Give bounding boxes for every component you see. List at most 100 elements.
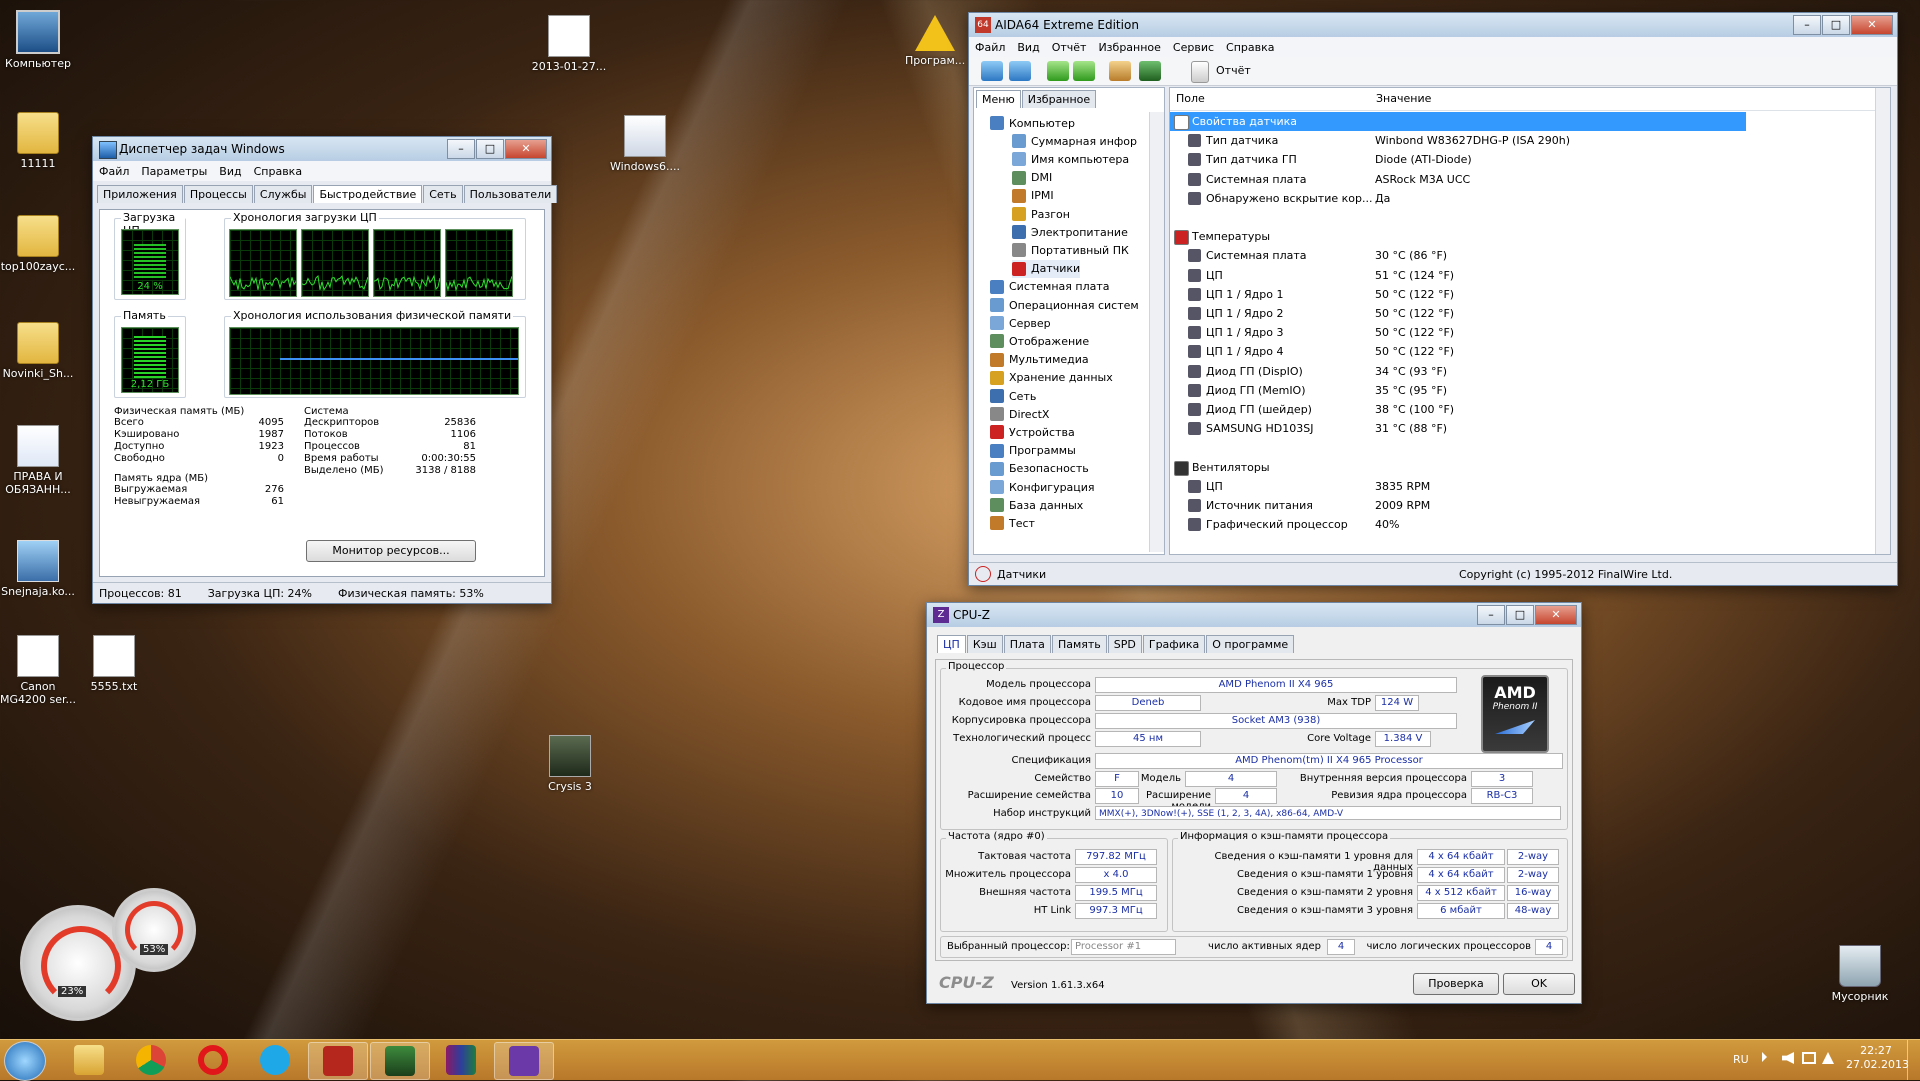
desktop-icon-11111[interactable]: 11111 — [0, 112, 78, 170]
tree-item[interactable]: Разгон — [1012, 205, 1070, 223]
desktop-icon-recycle-bin[interactable]: Мусорник — [1820, 945, 1900, 1003]
close-button[interactable]: ✕ — [1851, 15, 1893, 35]
minimize-button[interactable]: – — [1477, 605, 1505, 625]
report-icon[interactable] — [1191, 61, 1209, 83]
tree-item[interactable]: DMI — [1012, 169, 1052, 187]
maximize-button[interactable]: □ — [1506, 605, 1534, 625]
tree-item[interactable]: База данных — [990, 496, 1083, 514]
network-icon[interactable] — [1802, 1052, 1816, 1064]
tree-item[interactable]: Хранение данных — [990, 369, 1113, 387]
sensor-row[interactable]: Системная плата 30 °C (86 °F) — [1170, 246, 1876, 265]
menu-file[interactable]: Файл — [99, 165, 129, 178]
tab-applications[interactable]: Приложения — [97, 185, 183, 203]
tab-services[interactable]: Службы — [253, 185, 313, 203]
memory-meter-gadget[interactable]: 53% — [112, 888, 196, 972]
sensor-row[interactable]: ЦП 1 / Ядро 4 50 °C (122 °F) — [1170, 342, 1876, 361]
taskbar-taskmgr[interactable] — [370, 1042, 430, 1080]
maximize-button[interactable]: □ — [476, 139, 504, 159]
menu-help[interactable]: Справка — [1226, 41, 1274, 54]
sensor-row[interactable]: ЦП 1 / Ядро 3 50 °C (122 °F) — [1170, 323, 1876, 342]
language-indicator[interactable]: RU — [1733, 1053, 1749, 1066]
desktop-icon-canon[interactable]: Canon MG4200 ser... — [0, 635, 78, 706]
monitor-icon[interactable] — [1139, 61, 1161, 81]
menu-tools[interactable]: Сервис — [1173, 41, 1214, 54]
taskbar-explorer[interactable] — [60, 1042, 118, 1078]
forward-arrow-icon[interactable] — [1009, 61, 1031, 81]
taskbar-cpuz[interactable] — [494, 1042, 554, 1080]
start-button[interactable] — [4, 1041, 46, 1081]
tree-item[interactable]: Имя компьютера — [1012, 150, 1129, 168]
sensor-row[interactable]: Тип датчика ГП Diode (ATI-Diode) — [1170, 150, 1876, 169]
sensor-row[interactable]: Системная плата ASRock M3A UCC — [1170, 170, 1876, 189]
aida64-window[interactable]: 64 AIDA64 Extreme Edition – □ ✕ Файл Вид… — [968, 12, 1898, 586]
tree-item[interactable]: Мультимедиа — [990, 351, 1089, 369]
cpuz-window[interactable]: Z CPU-Z – □ ✕ ЦП Кэш Плата Память SPD Гр… — [926, 602, 1582, 1004]
taskbar-winrar[interactable] — [432, 1042, 490, 1078]
desktop-icon-programs[interactable]: Програм... — [905, 15, 965, 67]
tree-item[interactable]: Портативный ПК — [1012, 241, 1129, 259]
tree-scrollbar[interactable] — [1149, 112, 1164, 552]
sensor-section-header[interactable]: Свойства датчика — [1170, 112, 1746, 131]
ok-button[interactable]: OK — [1503, 973, 1575, 995]
list-scrollbar[interactable] — [1875, 88, 1890, 554]
tree-item[interactable]: Устройства — [990, 423, 1075, 441]
sensor-row[interactable]: Тип датчика Winbond W83627DHG-P (ISA 290h… — [1170, 131, 1876, 150]
tree-item[interactable]: Безопасность — [990, 460, 1089, 478]
tab-processes[interactable]: Процессы — [183, 185, 253, 203]
tab-graphics[interactable]: Графика — [1142, 635, 1206, 653]
users-icon[interactable] — [1109, 61, 1131, 81]
clock[interactable]: 22:27 27.02.2013 — [1846, 1044, 1909, 1072]
desktop-icon-computer[interactable]: Компьютер — [0, 10, 78, 70]
show-hidden-icons-icon[interactable] — [1762, 1052, 1772, 1062]
sensor-row[interactable]: Диод ГП (шейдер) 38 °C (100 °F) — [1170, 400, 1876, 419]
tree-item[interactable]: Сервер — [990, 314, 1051, 332]
tab-favorites[interactable]: Избранное — [1021, 90, 1097, 108]
menu-options[interactable]: Параметры — [141, 165, 207, 178]
menu-help[interactable]: Справка — [254, 165, 302, 178]
task-manager-titlebar[interactable]: Диспетчер задач Windows – □ ✕ — [93, 137, 551, 161]
action-center-icon[interactable] — [1822, 1052, 1834, 1064]
menu-favorites[interactable]: Избранное — [1098, 41, 1160, 54]
refresh-icon[interactable] — [1073, 61, 1095, 81]
sensor-row[interactable]: Источник питания 2009 RPM — [1170, 496, 1876, 515]
desktop-icon-screenshot[interactable]: 2013-01-27... — [529, 15, 609, 73]
tree-item[interactable]: Суммарная инфор — [1012, 132, 1137, 150]
sensor-row[interactable]: ЦП 3835 RPM — [1170, 477, 1876, 496]
menu-view[interactable]: Вид — [219, 165, 241, 178]
desktop-icon-novinki[interactable]: Novinki_Sh... — [0, 322, 78, 380]
sensor-row[interactable]: ЦП 1 / Ядро 2 50 °C (122 °F) — [1170, 304, 1876, 323]
sensor-section-header[interactable]: Вентиляторы — [1170, 458, 1876, 477]
tree-item[interactable]: IPMI — [1012, 187, 1054, 205]
column-field[interactable]: Поле — [1176, 92, 1205, 111]
desktop-icon-top100[interactable]: top100zayc... — [0, 215, 78, 273]
taskbar-opera[interactable] — [184, 1042, 242, 1078]
tree-item[interactable]: Тест — [990, 514, 1035, 532]
sensor-row[interactable]: Графический процессор 40% — [1170, 515, 1876, 534]
tab-memory[interactable]: Память — [1051, 635, 1107, 653]
up-arrow-icon[interactable] — [1047, 61, 1069, 81]
tree-item[interactable]: DirectX — [990, 405, 1049, 423]
tree-item[interactable]: Электропитание — [1012, 223, 1128, 241]
tree-item[interactable]: Операционная систем — [990, 296, 1139, 314]
task-manager-window[interactable]: Диспетчер задач Windows – □ ✕ Файл Парам… — [92, 136, 558, 604]
menu-file[interactable]: Файл — [975, 41, 1005, 54]
validate-button[interactable]: Проверка — [1413, 973, 1499, 995]
tab-users[interactable]: Пользователи — [463, 185, 558, 203]
tab-mainboard[interactable]: Плата — [1003, 635, 1051, 653]
menu-view[interactable]: Вид — [1017, 41, 1039, 54]
volume-icon[interactable] — [1782, 1052, 1794, 1064]
desktop-icon-5555[interactable]: 5555.txt — [74, 635, 154, 693]
close-button[interactable]: ✕ — [1535, 605, 1577, 625]
sensor-row[interactable]: Диод ГП (DispIO) 34 °C (93 °F) — [1170, 362, 1876, 381]
tab-network[interactable]: Сеть — [423, 185, 463, 203]
tree-item[interactable]: Программы — [990, 442, 1076, 460]
taskbar-aida64[interactable] — [308, 1042, 368, 1080]
tree-item[interactable]: Конфигурация — [990, 478, 1095, 496]
tab-caches[interactable]: Кэш — [966, 635, 1003, 653]
cpuz-titlebar[interactable]: Z CPU-Z – □ ✕ — [927, 603, 1581, 627]
resource-monitor-button[interactable]: Монитор ресурсов... — [306, 540, 476, 562]
report-button-label[interactable]: Отчёт — [1216, 64, 1251, 77]
sensor-row[interactable]: SAMSUNG HD103SJ 31 °C (88 °F) — [1170, 419, 1876, 438]
tree-item[interactable]: Сеть — [990, 387, 1036, 405]
desktop-icon-snejnaja[interactable]: Snejnaja.ko... — [0, 540, 78, 598]
